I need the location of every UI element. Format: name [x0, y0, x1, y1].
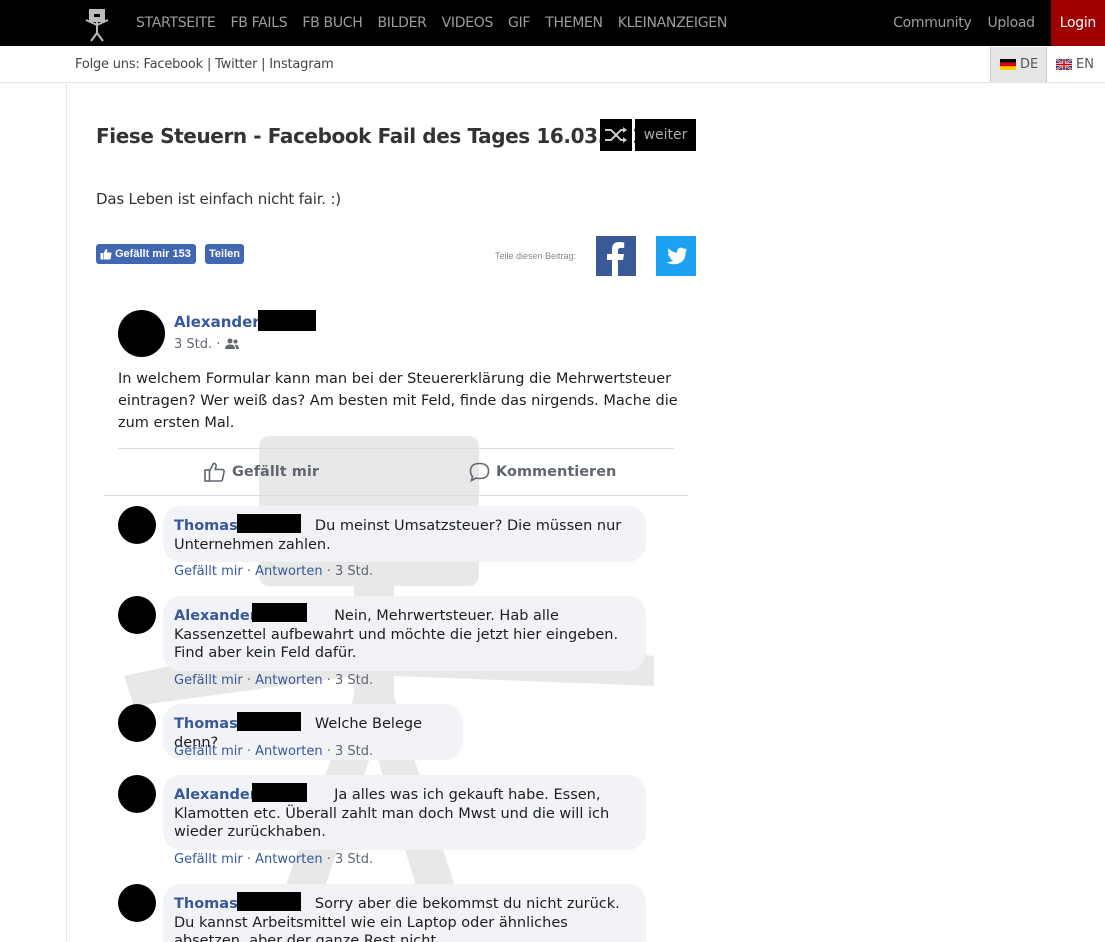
twitter-icon — [666, 247, 687, 265]
top-navbar: STARTSEITE FB FAILS FB BUCH BILDER VIDEO… — [0, 0, 1105, 46]
post-timestamp[interactable]: 3 Std. · — [174, 337, 220, 352]
post-comment-button[interactable]: Kommentieren — [469, 462, 616, 482]
friends-icon — [224, 338, 239, 349]
nav-item-startseite[interactable]: STARTSEITE — [136, 15, 216, 31]
comment-icon — [469, 462, 490, 482]
comment-avatar[interactable] — [118, 704, 156, 742]
facebook-icon — [607, 242, 625, 276]
thumbs-up-outline-icon — [204, 462, 225, 482]
main-nav: STARTSEITE FB FAILS FB BUCH BILDER VIDEO… — [136, 0, 727, 46]
comment-bubble: Alexander Nein, Mehrwertsteuer. Hab alle… — [163, 596, 646, 671]
shuffle-icon — [605, 127, 627, 143]
comment-timestamp: · 3 Std. — [322, 673, 374, 688]
post-text: In welchem Formular kann man bei der Ste… — [118, 371, 678, 431]
facebook-share-button[interactable]: Teilen — [205, 244, 244, 264]
comment-author[interactable]: Alexander — [174, 787, 257, 803]
login-button[interactable]: Login — [1050, 0, 1105, 46]
post-divider — [118, 448, 674, 449]
content-divider — [66, 83, 67, 942]
upload-link[interactable]: Upload — [987, 15, 1035, 31]
nav-item-fb-fails[interactable]: FB FAILS — [230, 15, 287, 31]
separator-dot: · — [242, 852, 256, 867]
redacted-surname — [237, 514, 301, 533]
comment-author[interactable]: Thomas — [174, 518, 238, 534]
comment-actions: Gefällt mir · Antworten · 3 Std. — [174, 744, 373, 759]
redacted-surname — [258, 310, 316, 331]
article-title: Fiese Steuern - Facebook Fail des Tages … — [96, 124, 659, 148]
social-bar: Folge uns: Facebook | Twitter | Instagra… — [0, 47, 1105, 83]
comment-avatar[interactable] — [118, 506, 156, 544]
community-link[interactable]: Community — [893, 15, 972, 31]
comment-actions: Gefällt mir · Antworten · 3 Std. — [174, 673, 373, 688]
comment-actions: Gefällt mir · Antworten · 3 Std. — [174, 852, 373, 867]
nav-right: Community Upload Login — [893, 0, 1105, 46]
german-flag-icon — [1000, 59, 1016, 70]
comment-timestamp: · 3 Std. — [322, 744, 374, 759]
comment-bubble: Alexander Ja alles was ich gekauft habe.… — [163, 775, 646, 850]
facebook-like-button[interactable]: Gefällt mir 153 — [96, 244, 196, 264]
uk-flag-icon — [1056, 59, 1072, 70]
nav-item-bilder[interactable]: BILDER — [378, 15, 427, 31]
comment-reply-link[interactable]: Antworten — [255, 744, 323, 759]
redacted-surname — [237, 712, 301, 731]
comment-avatar[interactable] — [118, 596, 156, 634]
comment-actions: Gefällt mir · Antworten · 3 Std. — [174, 564, 373, 579]
thumbs-up-icon — [100, 248, 112, 260]
redacted-surname — [237, 892, 301, 911]
post-comment-label: Kommentieren — [496, 464, 617, 480]
post-author-name[interactable]: Alexander — [174, 313, 260, 331]
comment-avatar[interactable] — [118, 775, 156, 813]
nav-item-gif[interactable]: GIF — [508, 15, 530, 31]
language-en-button[interactable]: EN — [1056, 47, 1094, 82]
random-button[interactable] — [600, 119, 632, 151]
redacted-surname — [252, 603, 307, 622]
comment-timestamp: · 3 Std. — [322, 564, 374, 579]
comment-like-link[interactable]: Gefällt mir — [174, 564, 243, 579]
comment-timestamp: · 3 Std. — [322, 852, 374, 867]
article-teaser: Das Leben ist einfach nicht fair. :) — [96, 190, 341, 208]
separator-dot: · — [242, 564, 256, 579]
post-like-button[interactable]: Gefällt mir — [204, 462, 319, 482]
follow-links[interactable]: Folge uns: Facebook | Twitter | Instagra… — [75, 57, 334, 72]
comment-bubble: Thomas Du meinst Umsatzsteuer? Die müsse… — [163, 506, 646, 562]
logo-icon[interactable] — [82, 6, 112, 42]
language-en-label: EN — [1076, 57, 1094, 72]
comment-author[interactable]: Alexander — [174, 608, 257, 624]
redacted-surname — [252, 783, 307, 802]
post-meta: 3 Std. · — [174, 337, 239, 352]
comment-bubble: Thomas Sorry aber die bekommst du nicht … — [163, 884, 646, 942]
comment-author[interactable]: Thomas — [174, 896, 238, 912]
facebook-post-screenshot: Alexander 3 Std. · In welchem Formular k… — [104, 296, 688, 942]
post-author-avatar[interactable] — [118, 310, 165, 357]
comment-like-link[interactable]: Gefällt mir — [174, 744, 243, 759]
share-twitter-button[interactable] — [656, 236, 696, 276]
comment-like-link[interactable]: Gefällt mir — [174, 673, 243, 688]
comment-avatar[interactable] — [118, 884, 156, 922]
comment-reply-link[interactable]: Antworten — [255, 673, 323, 688]
language-de-label: DE — [1020, 57, 1039, 72]
share-post-label: Teile diesen Beitrag: — [495, 251, 577, 261]
separator-dot: · — [242, 744, 256, 759]
separator-dot: · — [242, 673, 256, 688]
next-button[interactable]: weiter — [635, 119, 696, 151]
nav-item-kleinanzeigen[interactable]: KLEINANZEIGEN — [618, 15, 728, 31]
comment-reply-link[interactable]: Antworten — [255, 564, 323, 579]
comment-reply-link[interactable]: Antworten — [255, 852, 323, 867]
nav-item-videos[interactable]: VIDEOS — [442, 15, 494, 31]
actions-divider — [104, 495, 688, 496]
facebook-like-label: Gefällt mir 153 — [115, 248, 191, 260]
language-de-button[interactable]: DE — [990, 47, 1047, 82]
share-facebook-button[interactable] — [596, 236, 636, 276]
comment-like-link[interactable]: Gefällt mir — [174, 852, 243, 867]
nav-item-fb-buch[interactable]: FB BUCH — [302, 15, 362, 31]
nav-item-themen[interactable]: THEMEN — [545, 15, 603, 31]
post-like-label: Gefällt mir — [232, 464, 319, 480]
comment-author[interactable]: Thomas — [174, 716, 238, 732]
